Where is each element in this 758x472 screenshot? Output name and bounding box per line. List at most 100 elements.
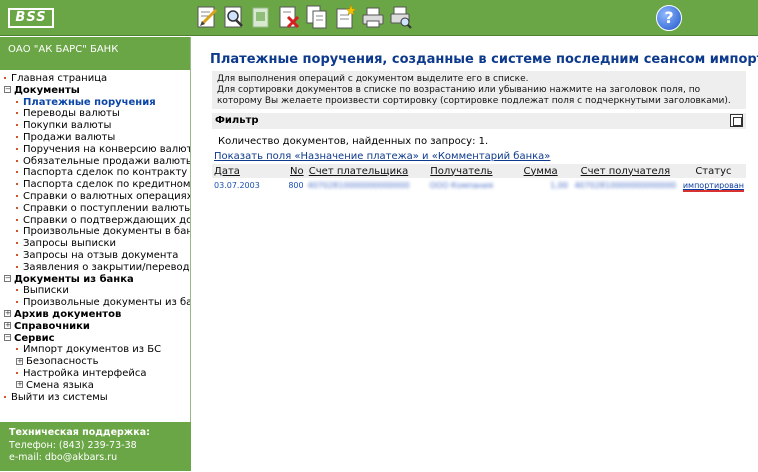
collapse-icon[interactable]: − (4, 86, 11, 94)
sidebar-item-label: Обязательные продажи валюты (23, 155, 190, 167)
sidebar-item-label: Безопасность (26, 356, 99, 368)
sidebar-item[interactable]: Произвольные документы в банк (0, 226, 190, 238)
sidebar-item[interactable]: Запросы на отзыв документа (0, 250, 190, 262)
sidebar-item-label: Паспорта сделок по контракту (23, 167, 188, 179)
sidebar-item-label: Справки о валютных операциях (23, 190, 190, 202)
support-phone: Телефон: (843) 239-73-38 (9, 439, 137, 451)
sidebar-item[interactable]: Справки о подтверждающих докумен (0, 215, 190, 227)
cell-recipient-account[interactable]: 40702810000000000000 (574, 181, 676, 190)
sidebar-item[interactable]: Импорт документов из БС (0, 344, 190, 356)
sidebar-item-label: Настройка интерфейса (23, 367, 147, 379)
support-email[interactable]: e-mail: dbo@akbars.ru (9, 452, 191, 465)
sidebar-item[interactable]: + Смена языка (0, 380, 190, 392)
new-document-icon[interactable] (333, 4, 357, 30)
expand-icon[interactable]: + (4, 322, 11, 330)
sidebar-item[interactable]: Произвольные документы из банка (0, 297, 190, 309)
sidebar-item-label: Справки о подтверждающих докумен (23, 214, 190, 226)
sidebar-item[interactable]: − Документы (0, 85, 190, 97)
sidebar-item[interactable]: Справки о поступлении валюты РФ (0, 203, 190, 215)
top-toolbar: BSS ? (0, 0, 758, 36)
sidebar-item[interactable]: Выйти из системы (0, 392, 190, 404)
support-panel: Техническая поддержка: Телефон: (843) 23… (0, 422, 191, 471)
help-button[interactable]: ? (656, 5, 682, 31)
cell-recipient[interactable]: ООО Компания (430, 181, 493, 190)
sidebar-item[interactable]: Настройка интерфейса (0, 368, 190, 380)
bullet-icon (16, 124, 18, 127)
expand-icon[interactable]: + (16, 357, 23, 365)
cell-number[interactable]: 800 (262, 178, 306, 192)
sidebar-item-label: Произвольные документы из банка (23, 297, 190, 309)
collapse-icon[interactable]: − (4, 275, 11, 283)
print-preview-icon[interactable] (389, 4, 413, 30)
sidebar-item-label: Покупки валюты (23, 120, 112, 132)
bullet-icon (16, 206, 18, 209)
sidebar-item[interactable]: Переводы валюты (0, 108, 190, 120)
edit-document-icon[interactable] (195, 4, 219, 30)
sidebar-item[interactable]: Паспорта сделок по контракту (0, 167, 190, 179)
table-row[interactable]: 03.07.2003 800 40702810000000000000 ООО … (212, 178, 746, 192)
sidebar-item-label: Платежные поручения (23, 96, 156, 108)
show-fields-link[interactable]: Показать поля «Назначение платежа» и «Ко… (214, 151, 550, 162)
bullet-icon (16, 242, 18, 245)
expand-icon[interactable]: + (4, 310, 11, 318)
bullet-icon (16, 159, 18, 162)
bullet-icon (16, 135, 18, 138)
filter-bar[interactable]: Фильтр (212, 113, 746, 129)
sidebar-item-label: Паспорта сделок по кредитному дого (23, 179, 190, 191)
sidebar-item-label: Документы из банка (14, 273, 134, 285)
sidebar-item[interactable]: Платежные поручения (0, 97, 190, 109)
bullet-icon (16, 253, 18, 256)
bullet-icon (16, 183, 18, 186)
bullet-icon (16, 100, 18, 103)
view-document-icon[interactable] (222, 4, 246, 30)
column-header-number[interactable]: No (261, 164, 306, 178)
info-line-2: Для сортировки документов в списке по во… (217, 85, 731, 106)
sidebar-item[interactable]: Продажи валюты (0, 132, 190, 144)
bullet-icon (16, 218, 18, 221)
sidebar-item[interactable]: Выписки (0, 285, 190, 297)
bullet-icon (16, 230, 18, 233)
column-header-amount[interactable]: Сумма (511, 164, 570, 178)
main-content: Платежные поручения, созданные в системе… (192, 37, 758, 471)
filter-toggle-icon[interactable] (730, 114, 743, 127)
sidebar-item[interactable]: − Документы из банка (0, 274, 190, 286)
bss-logo: BSS (8, 8, 54, 28)
sidebar-item-label: Импорт документов из БС (23, 344, 162, 356)
sidebar-item[interactable]: Поручения на конверсию валют (0, 144, 190, 156)
sidebar-item[interactable]: Запросы выписки (0, 238, 190, 250)
print-icon[interactable] (361, 4, 385, 30)
copy-document-icon[interactable] (305, 4, 329, 30)
column-header-recipient[interactable]: Получатель (411, 164, 512, 178)
column-header-payer-account[interactable]: Счет плательщика (305, 164, 412, 178)
sidebar-nav: Главная страница − Документы Платежные пору… (0, 70, 190, 403)
sidebar-item-label: Документы (14, 84, 80, 96)
sidebar-item[interactable]: Обязательные продажи валюты (0, 156, 190, 168)
sidebar-item[interactable]: + Архив документов (0, 309, 190, 321)
sidebar-item[interactable]: Справки о валютных операциях (0, 191, 190, 203)
column-header-status: Статус (680, 164, 746, 178)
cell-payer-account[interactable]: 40702810000000000000 (308, 181, 410, 190)
collapse-icon[interactable]: − (4, 334, 11, 342)
sidebar-item[interactable]: Паспорта сделок по кредитному дого (0, 179, 190, 191)
column-header-recipient-account[interactable]: Счет получателя (569, 164, 681, 178)
sidebar-item-label: Произвольные документы в банк (23, 226, 190, 238)
sidebar-item[interactable]: Заявления о закрытии/переводе пас (0, 262, 190, 274)
sidebar-item-label: Запросы на отзыв документа (23, 249, 179, 261)
sidebar-item[interactable]: + Безопасность (0, 356, 190, 368)
sidebar-item-label: Архив документов (14, 308, 122, 320)
column-header-date[interactable]: Дата (212, 164, 262, 178)
sidebar-item[interactable]: + Справочники (0, 321, 190, 333)
cell-amount[interactable]: 1,00 (550, 181, 568, 190)
bullet-icon (16, 289, 18, 292)
sidebar-item[interactable]: Главная страница (0, 73, 190, 85)
bullet-icon (16, 147, 18, 150)
sidebar-item-label: Смена языка (26, 379, 94, 391)
sidebar-item[interactable]: Покупки валюты (0, 120, 190, 132)
cell-date[interactable]: 03.07.2003 (212, 178, 262, 192)
sign-document-icon[interactable] (249, 4, 273, 30)
delete-document-icon[interactable] (277, 4, 301, 30)
expand-icon[interactable]: + (16, 381, 23, 389)
cell-status[interactable]: импортирован (682, 180, 744, 192)
sidebar-item[interactable]: − Сервис (0, 333, 190, 345)
sidebar: ОАО "АК БАРС" БАНК Главная страница − Доку… (0, 37, 191, 471)
